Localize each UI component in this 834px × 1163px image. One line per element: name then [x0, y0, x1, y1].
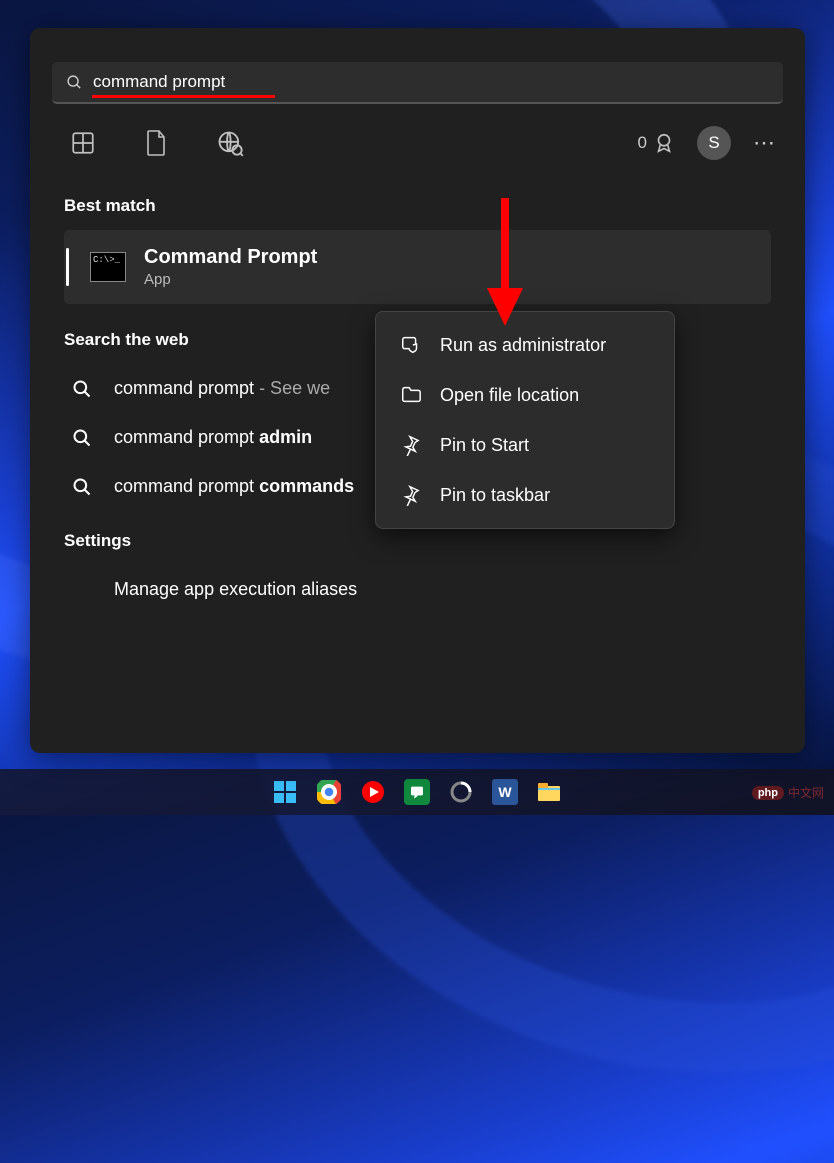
folder-icon: [400, 384, 422, 406]
search-icon: [66, 74, 83, 91]
context-menu: Run as administrator Open file location …: [375, 311, 675, 529]
start-button[interactable]: [272, 779, 298, 805]
avatar[interactable]: S: [697, 126, 731, 160]
search-bar[interactable]: [52, 62, 783, 104]
best-match-title: Command Prompt: [144, 246, 317, 269]
settings-heading: Settings: [64, 531, 771, 551]
taskbar-explorer-icon[interactable]: [536, 779, 562, 805]
rewards-points[interactable]: 0: [638, 131, 675, 155]
taskbar-word-icon[interactable]: W: [492, 779, 518, 805]
menu-pin-to-taskbar[interactable]: Pin to taskbar: [376, 470, 674, 520]
more-button[interactable]: ⋯: [753, 130, 777, 156]
best-match-subtitle: App: [144, 271, 317, 288]
annotation-arrow: [485, 198, 525, 328]
apps-filter-icon[interactable]: [70, 130, 96, 156]
search-icon: [72, 477, 92, 497]
taskbar-chrome-icon[interactable]: [316, 779, 342, 805]
points-value: 0: [638, 133, 647, 153]
command-prompt-icon: [90, 252, 126, 282]
pin-icon: [400, 484, 422, 506]
taskbar-youtube-music-icon[interactable]: [360, 779, 386, 805]
menu-pin-to-start[interactable]: Pin to Start: [376, 420, 674, 470]
documents-filter-icon[interactable]: [144, 129, 168, 157]
search-input[interactable]: [93, 72, 769, 92]
search-icon: [72, 428, 92, 448]
pin-icon: [400, 434, 422, 456]
web-filter-icon[interactable]: [216, 129, 244, 157]
best-match-heading: Best match: [64, 196, 771, 216]
medal-icon: [653, 131, 675, 155]
filter-row: 0 S ⋯: [30, 104, 805, 178]
taskbar-chat-icon[interactable]: [404, 779, 430, 805]
search-icon: [72, 379, 92, 399]
taskbar: W: [0, 769, 834, 815]
menu-run-as-admin[interactable]: Run as administrator: [376, 320, 674, 370]
menu-open-file-location[interactable]: Open file location: [376, 370, 674, 420]
settings-item[interactable]: Manage app execution aliases: [106, 565, 771, 614]
annotation-underline: [92, 95, 275, 98]
watermark: php 中文网: [752, 784, 824, 801]
taskbar-loading-icon[interactable]: [448, 779, 474, 805]
best-match-item[interactable]: Command Prompt App: [64, 230, 771, 304]
admin-shield-icon: [400, 334, 422, 356]
